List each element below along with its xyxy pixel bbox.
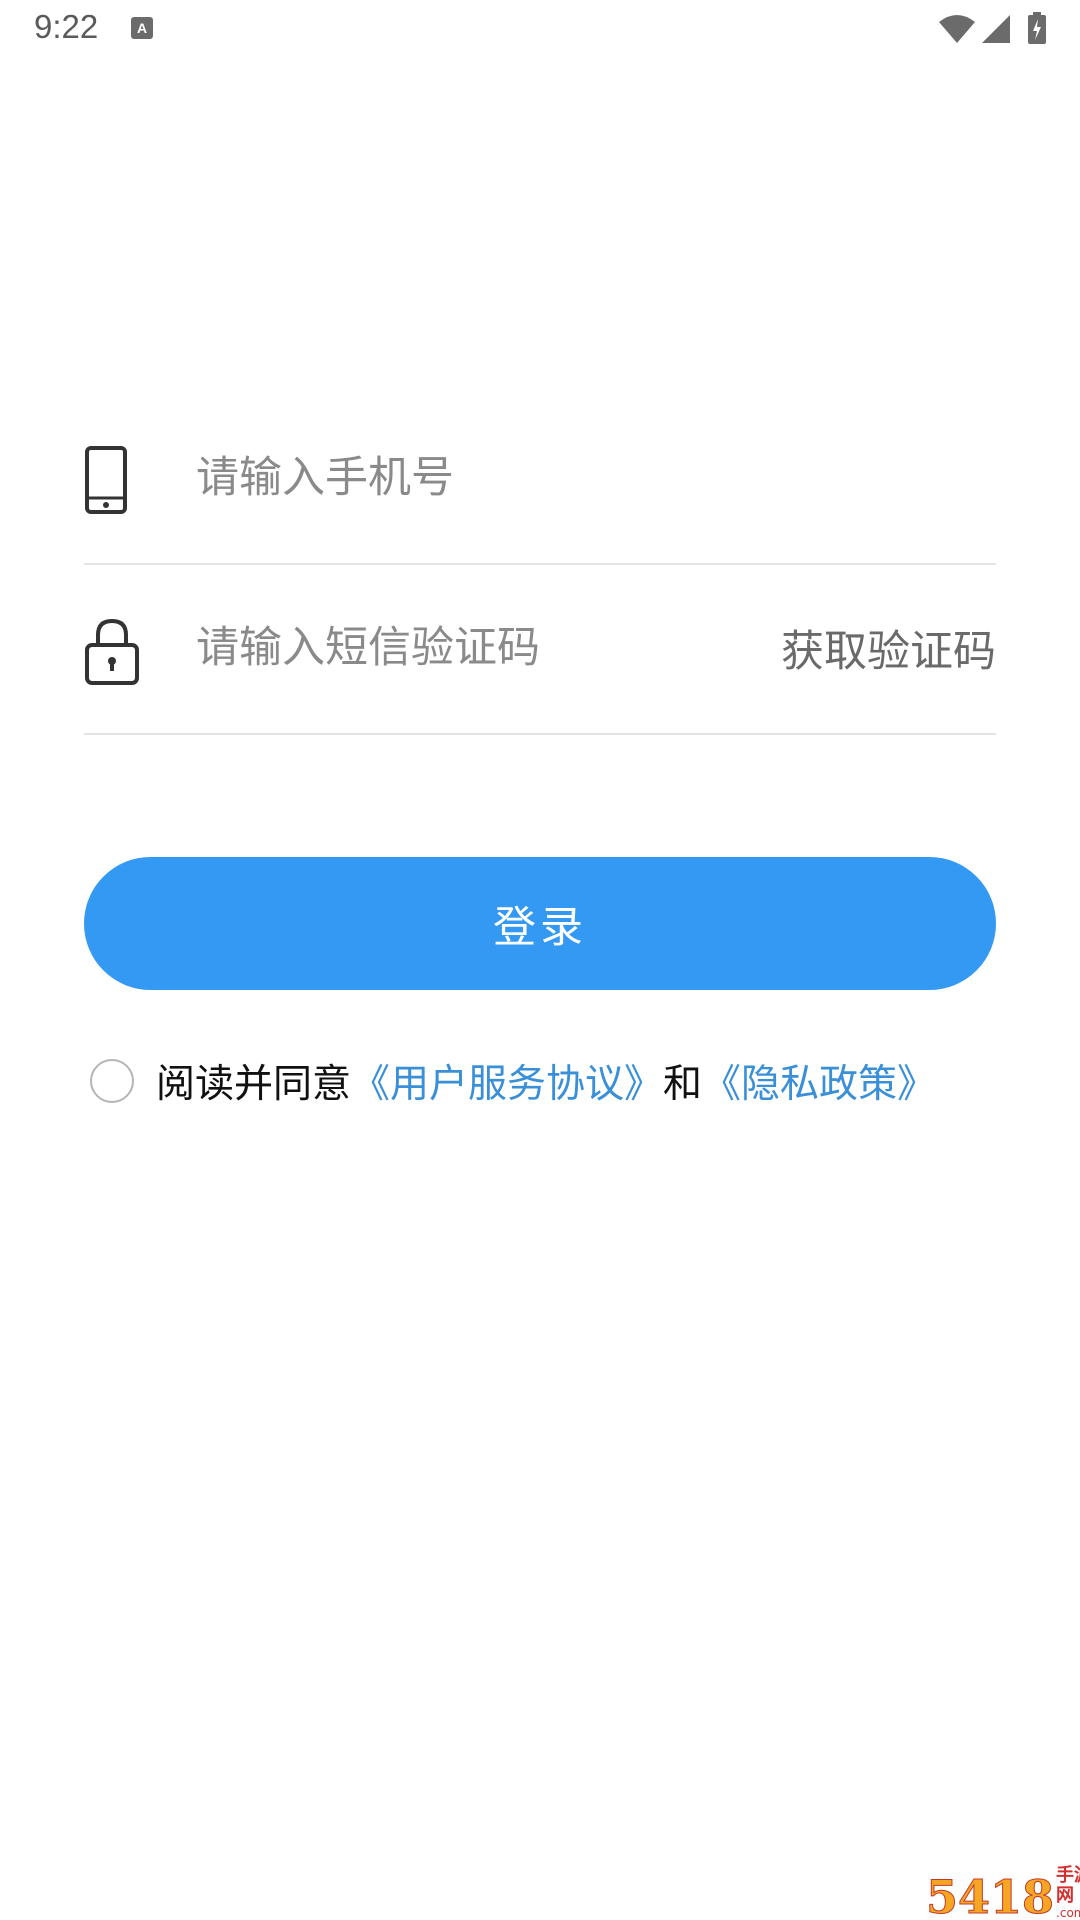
battery-charging-icon	[1028, 12, 1046, 44]
watermark-site-name: 手游网	[1056, 1865, 1080, 1906]
login-screen: 9:22 A 请输入手机号 请输入短信验证码 获取验证码 登录 阅读并同意 《用…	[0, 0, 1080, 1920]
agreement-and: 和	[663, 1062, 703, 1107]
watermark-logo: 5418 手游网 .com.cn	[925, 1866, 1080, 1920]
terms-link[interactable]: 《用户服务协议》	[351, 1053, 663, 1109]
svg-text:A: A	[137, 20, 147, 36]
watermark-domain: .com.cn	[1056, 1906, 1080, 1920]
wifi-icon	[939, 15, 975, 43]
get-code-button[interactable]: 获取验证码	[781, 617, 996, 679]
cellular-signal-icon	[982, 15, 1010, 43]
phone-input[interactable]	[196, 443, 716, 513]
code-row: 获取验证码	[84, 565, 996, 735]
watermark-number: 5418	[925, 1870, 1055, 1920]
agree-checkbox[interactable]	[90, 1059, 134, 1103]
phone-icon	[85, 446, 127, 514]
status-bar: 9:22 A	[0, 0, 1080, 64]
code-divider	[84, 733, 996, 735]
login-button[interactable]: 登录	[84, 857, 996, 990]
privacy-link[interactable]: 《隐私政策》	[702, 1053, 936, 1109]
agreement-prefix: 阅读并同意	[156, 1062, 352, 1107]
phone-row	[84, 395, 996, 565]
status-time: 9:22	[34, 8, 99, 45]
agreement-row: 阅读并同意 《用户服务协议》 和 《隐私政策》	[90, 1053, 936, 1109]
a-letter-icon: A	[131, 17, 153, 39]
lock-icon	[85, 618, 139, 685]
sms-code-input[interactable]	[196, 613, 716, 683]
